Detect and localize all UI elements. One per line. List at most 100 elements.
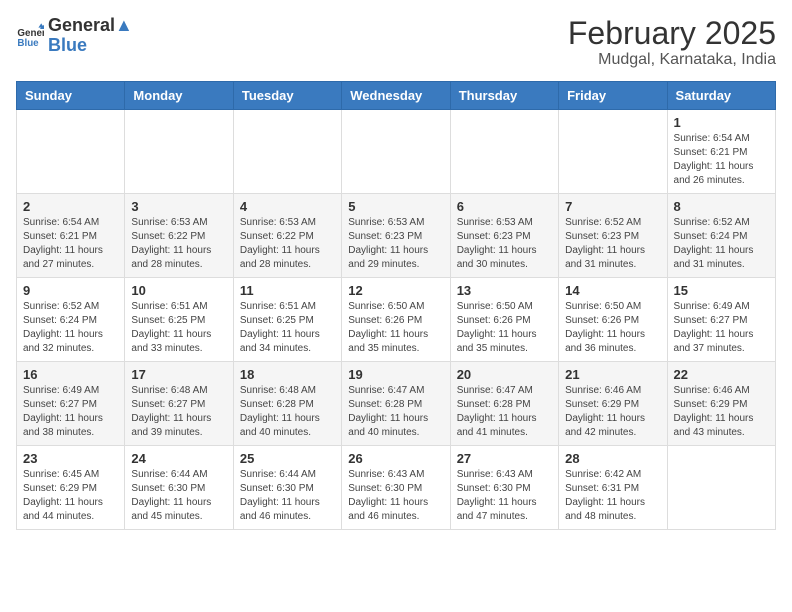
calendar-cell: 14 Sunrise: 6:50 AM Sunset: 6:26 PM Dayli… <box>559 278 667 362</box>
day-number: 3 <box>131 199 226 214</box>
calendar-week-1: 1 Sunrise: 6:54 AM Sunset: 6:21 PM Daylig… <box>17 110 776 194</box>
calendar-cell: 1 Sunrise: 6:54 AM Sunset: 6:21 PM Daylig… <box>667 110 775 194</box>
day-number: 25 <box>240 451 335 466</box>
day-info: Sunrise: 6:52 AM Sunset: 6:23 PM Dayligh… <box>565 216 660 272</box>
day-info: Sunrise: 6:51 AM Sunset: 6:25 PM Dayligh… <box>131 300 226 356</box>
day-number: 7 <box>565 199 660 214</box>
day-info: Sunrise: 6:42 AM Sunset: 6:31 PM Dayligh… <box>565 468 660 524</box>
calendar-week-4: 16 Sunrise: 6:49 AM Sunset: 6:27 PM Dayli… <box>17 362 776 446</box>
day-number: 11 <box>240 283 335 298</box>
day-info: Sunrise: 6:43 AM Sunset: 6:30 PM Dayligh… <box>348 468 443 524</box>
day-number: 14 <box>565 283 660 298</box>
location-title: Mudgal, Karnataka, India <box>568 51 776 69</box>
calendar-cell: 15 Sunrise: 6:49 AM Sunset: 6:27 PM Dayli… <box>667 278 775 362</box>
calendar-cell: 21Sunrise: 6:46 AM Sunset: 6:29 PM Dayli… <box>559 362 667 446</box>
calendar-cell: 28 Sunrise: 6:42 AM Sunset: 6:31 PM Dayli… <box>559 446 667 530</box>
calendar-cell: 19 Sunrise: 6:47 AM Sunset: 6:28 PM Dayli… <box>342 362 450 446</box>
day-number: 8 <box>674 199 769 214</box>
calendar-cell: 10Sunrise: 6:51 AM Sunset: 6:25 PM Dayli… <box>125 278 233 362</box>
calendar-week-5: 23 Sunrise: 6:45 AM Sunset: 6:29 PM Dayli… <box>17 446 776 530</box>
day-info: Sunrise: 6:47 AM Sunset: 6:28 PM Dayligh… <box>348 384 443 440</box>
day-number: 13 <box>457 283 552 298</box>
day-info: Sunrise: 6:50 AM Sunset: 6:26 PM Dayligh… <box>348 300 443 356</box>
title-block: February 2025 Mudgal, Karnataka, India <box>568 16 776 69</box>
weekday-header-saturday: Saturday <box>667 82 775 110</box>
calendar-week-3: 9 Sunrise: 6:52 AM Sunset: 6:24 PM Daylig… <box>17 278 776 362</box>
calendar-cell <box>667 446 775 530</box>
day-info: Sunrise: 6:49 AM Sunset: 6:27 PM Dayligh… <box>23 384 118 440</box>
day-info: Sunrise: 6:43 AM Sunset: 6:30 PM Dayligh… <box>457 468 552 524</box>
calendar-cell: 24 Sunrise: 6:44 AM Sunset: 6:30 PM Dayli… <box>125 446 233 530</box>
calendar-cell: 3 Sunrise: 6:53 AM Sunset: 6:22 PM Daylig… <box>125 194 233 278</box>
day-number: 22 <box>674 367 769 382</box>
calendar-cell: 4 Sunrise: 6:53 AM Sunset: 6:22 PM Daylig… <box>233 194 341 278</box>
day-info: Sunrise: 6:46 AM Sunset: 6:29 PM Dayligh… <box>674 384 769 440</box>
calendar-cell <box>342 110 450 194</box>
weekday-header-wednesday: Wednesday <box>342 82 450 110</box>
day-number: 15 <box>674 283 769 298</box>
weekday-header-friday: Friday <box>559 82 667 110</box>
day-number: 20 <box>457 367 552 382</box>
logo-general-text: General▲ <box>48 16 133 36</box>
calendar-cell: 6 Sunrise: 6:53 AM Sunset: 6:23 PM Daylig… <box>450 194 558 278</box>
day-number: 1 <box>674 115 769 130</box>
day-number: 23 <box>23 451 118 466</box>
day-info: Sunrise: 6:50 AM Sunset: 6:26 PM Dayligh… <box>457 300 552 356</box>
day-info: Sunrise: 6:45 AM Sunset: 6:29 PM Dayligh… <box>23 468 118 524</box>
day-number: 5 <box>348 199 443 214</box>
weekday-header-tuesday: Tuesday <box>233 82 341 110</box>
calendar-cell: 26Sunrise: 6:43 AM Sunset: 6:30 PM Dayli… <box>342 446 450 530</box>
day-info: Sunrise: 6:44 AM Sunset: 6:30 PM Dayligh… <box>131 468 226 524</box>
calendar-cell: 8Sunrise: 6:52 AM Sunset: 6:24 PM Daylig… <box>667 194 775 278</box>
calendar-cell: 16 Sunrise: 6:49 AM Sunset: 6:27 PM Dayli… <box>17 362 125 446</box>
calendar-cell: 13 Sunrise: 6:50 AM Sunset: 6:26 PM Dayli… <box>450 278 558 362</box>
calendar-cell: 2 Sunrise: 6:54 AM Sunset: 6:21 PM Daylig… <box>17 194 125 278</box>
day-number: 17 <box>131 367 226 382</box>
day-info: Sunrise: 6:50 AM Sunset: 6:26 PM Dayligh… <box>565 300 660 356</box>
day-info: Sunrise: 6:51 AM Sunset: 6:25 PM Dayligh… <box>240 300 335 356</box>
calendar-cell: 9 Sunrise: 6:52 AM Sunset: 6:24 PM Daylig… <box>17 278 125 362</box>
day-number: 4 <box>240 199 335 214</box>
day-info: Sunrise: 6:53 AM Sunset: 6:23 PM Dayligh… <box>348 216 443 272</box>
page-header: General Blue General▲ Blue February 2025… <box>16 16 776 69</box>
day-info: Sunrise: 6:49 AM Sunset: 6:27 PM Dayligh… <box>674 300 769 356</box>
weekday-header-monday: Monday <box>125 82 233 110</box>
calendar-cell <box>125 110 233 194</box>
day-number: 16 <box>23 367 118 382</box>
weekday-header-thursday: Thursday <box>450 82 558 110</box>
weekday-header-sunday: Sunday <box>17 82 125 110</box>
calendar-cell: 23 Sunrise: 6:45 AM Sunset: 6:29 PM Dayli… <box>17 446 125 530</box>
calendar-table: SundayMondayTuesdayWednesdayThursdayFrid… <box>16 81 776 530</box>
day-number: 6 <box>457 199 552 214</box>
day-info: Sunrise: 6:53 AM Sunset: 6:23 PM Dayligh… <box>457 216 552 272</box>
svg-text:Blue: Blue <box>17 38 39 49</box>
calendar-cell: 12Sunrise: 6:50 AM Sunset: 6:26 PM Dayli… <box>342 278 450 362</box>
day-info: Sunrise: 6:53 AM Sunset: 6:22 PM Dayligh… <box>131 216 226 272</box>
weekday-header-row: SundayMondayTuesdayWednesdayThursdayFrid… <box>17 82 776 110</box>
logo-blue-text: Blue <box>48 36 133 56</box>
day-info: Sunrise: 6:54 AM Sunset: 6:21 PM Dayligh… <box>674 132 769 188</box>
day-number: 9 <box>23 283 118 298</box>
day-number: 21 <box>565 367 660 382</box>
day-info: Sunrise: 6:53 AM Sunset: 6:22 PM Dayligh… <box>240 216 335 272</box>
day-info: Sunrise: 6:44 AM Sunset: 6:30 PM Dayligh… <box>240 468 335 524</box>
day-number: 27 <box>457 451 552 466</box>
calendar-cell <box>233 110 341 194</box>
day-number: 19 <box>348 367 443 382</box>
day-info: Sunrise: 6:54 AM Sunset: 6:21 PM Dayligh… <box>23 216 118 272</box>
calendar-cell: 27 Sunrise: 6:43 AM Sunset: 6:30 PM Dayli… <box>450 446 558 530</box>
calendar-cell: 7 Sunrise: 6:52 AM Sunset: 6:23 PM Daylig… <box>559 194 667 278</box>
calendar-cell: 20 Sunrise: 6:47 AM Sunset: 6:28 PM Dayli… <box>450 362 558 446</box>
calendar-cell: 17 Sunrise: 6:48 AM Sunset: 6:27 PM Dayli… <box>125 362 233 446</box>
day-number: 28 <box>565 451 660 466</box>
day-info: Sunrise: 6:52 AM Sunset: 6:24 PM Dayligh… <box>23 300 118 356</box>
calendar-cell <box>559 110 667 194</box>
month-title: February 2025 <box>568 16 776 51</box>
day-number: 24 <box>131 451 226 466</box>
day-info: Sunrise: 6:47 AM Sunset: 6:28 PM Dayligh… <box>457 384 552 440</box>
day-number: 2 <box>23 199 118 214</box>
calendar-cell: 5 Sunrise: 6:53 AM Sunset: 6:23 PM Daylig… <box>342 194 450 278</box>
calendar-cell: 25 Sunrise: 6:44 AM Sunset: 6:30 PM Dayli… <box>233 446 341 530</box>
day-info: Sunrise: 6:48 AM Sunset: 6:27 PM Dayligh… <box>131 384 226 440</box>
calendar-cell: 11 Sunrise: 6:51 AM Sunset: 6:25 PM Dayli… <box>233 278 341 362</box>
